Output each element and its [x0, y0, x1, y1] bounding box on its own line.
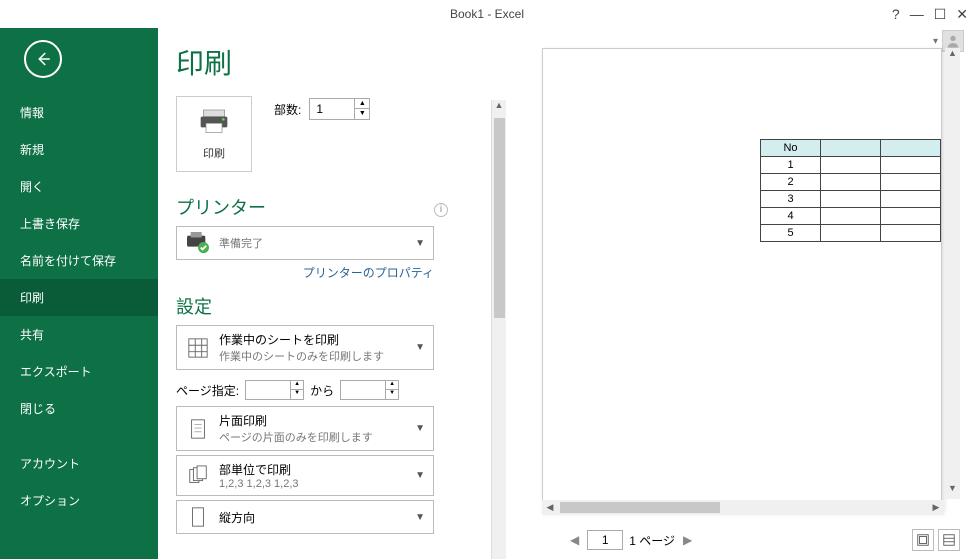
page-to-input[interactable]	[341, 381, 385, 399]
sidebar-item-account[interactable]: アカウント	[0, 445, 158, 482]
print-backstage-main: 印刷 印刷 部数:	[158, 28, 974, 559]
help-icon[interactable]: ?	[892, 6, 900, 22]
scroll-up-icon[interactable]: ▲	[492, 100, 506, 116]
sidebar-item-new[interactable]: 新規	[0, 131, 158, 168]
info-icon[interactable]: i	[434, 203, 448, 217]
chevron-down-icon: ▼	[415, 512, 425, 523]
page-range-to-label: から	[310, 382, 334, 399]
printer-icon	[198, 108, 230, 141]
table-row: 4	[761, 208, 941, 225]
scroll-right-icon[interactable]: ▶	[928, 500, 944, 515]
sidebar-item-export[interactable]: エクスポート	[0, 353, 158, 390]
sides-selector[interactable]: 片面印刷 ページの片面のみを印刷します ▼	[176, 406, 434, 451]
preview-table: No 1 2 3 4 5	[760, 139, 941, 242]
sidebar-item-saveas[interactable]: 名前を付けて保存	[0, 242, 158, 279]
backstage-sidebar: 情報 新規 開く 上書き保存 名前を付けて保存 印刷 共有 エクスポート 閉じる…	[0, 28, 158, 559]
page-range-label: ページ指定:	[176, 382, 239, 399]
prev-page-button[interactable]: ◀	[568, 531, 581, 549]
orientation-selector[interactable]: 縦方向 ▼	[176, 500, 434, 534]
printer-status: 準備完了	[219, 235, 263, 251]
scroll-up-icon[interactable]: ▲	[945, 48, 960, 64]
table-row: No	[761, 140, 941, 157]
copies-down-icon[interactable]: ▼	[355, 109, 369, 119]
print-button-label: 印刷	[203, 145, 225, 161]
sheet-icon	[185, 337, 211, 359]
print-preview-area: No 1 2 3 4 5 ▲ ▼ ◀ ▶ ◀	[524, 42, 974, 559]
sides-title: 片面印刷	[219, 412, 373, 429]
single-side-icon	[185, 418, 211, 440]
portrait-icon	[185, 506, 211, 528]
spin-down-icon[interactable]: ▼	[291, 390, 303, 399]
show-margins-button[interactable]	[912, 529, 934, 551]
spin-down-icon[interactable]: ▼	[386, 390, 398, 399]
sidebar-item-info[interactable]: 情報	[0, 94, 158, 131]
page-title: 印刷	[176, 42, 496, 82]
sidebar-item-open[interactable]: 開く	[0, 168, 158, 205]
title-bar: Book1 - Excel ? — ☐ ✕	[0, 0, 974, 28]
sidebar-item-share[interactable]: 共有	[0, 316, 158, 353]
copies-up-icon[interactable]: ▲	[355, 99, 369, 109]
chevron-down-icon: ▼	[415, 342, 425, 353]
printer-selector[interactable]: 準備完了 ▼	[176, 226, 434, 260]
settings-scrollbar[interactable]: ▲	[491, 100, 506, 559]
printer-properties-link[interactable]: プリンターのプロパティ	[176, 264, 434, 281]
collate-icon	[185, 465, 211, 487]
maximize-button[interactable]: ☐	[934, 6, 947, 23]
copies-spinner[interactable]: ▲ ▼	[309, 98, 370, 120]
total-pages-label: 1 ページ	[629, 532, 675, 549]
minimize-button[interactable]: —	[910, 6, 924, 22]
print-what-selector[interactable]: 作業中のシートを印刷 作業中のシートのみを印刷します ▼	[176, 325, 434, 370]
preview-horizontal-scrollbar[interactable]: ◀ ▶	[542, 500, 944, 515]
sidebar-item-print[interactable]: 印刷	[0, 279, 158, 316]
chevron-down-icon: ▼	[415, 423, 425, 434]
sidebar-item-options[interactable]: オプション	[0, 482, 158, 519]
preview-page: No 1 2 3 4 5	[542, 48, 942, 511]
table-row: 1	[761, 157, 941, 174]
printer-section-title: プリンター	[176, 194, 266, 220]
table-row: 3	[761, 191, 941, 208]
page-from-spinner[interactable]: ▲▼	[245, 380, 304, 400]
page-to-spinner[interactable]: ▲▼	[340, 380, 399, 400]
table-row: 5	[761, 225, 941, 242]
copies-label: 部数:	[274, 101, 301, 118]
spin-up-icon[interactable]: ▲	[386, 381, 398, 390]
printer-status-icon	[185, 232, 211, 254]
copies-input[interactable]	[310, 99, 354, 119]
scroll-thumb[interactable]	[494, 118, 505, 318]
spin-up-icon[interactable]: ▲	[291, 381, 303, 390]
print-what-sub: 作業中のシートのみを印刷します	[219, 348, 384, 364]
current-page-input[interactable]	[587, 530, 623, 550]
next-page-button[interactable]: ▶	[681, 531, 694, 549]
collate-selector[interactable]: 部単位で印刷 1,2,3 1,2,3 1,2,3 ▼	[176, 455, 434, 496]
sidebar-item-close[interactable]: 閉じる	[0, 390, 158, 427]
collate-sub: 1,2,3 1,2,3 1,2,3	[219, 478, 299, 490]
sides-sub: ページの片面のみを印刷します	[219, 429, 373, 445]
page-from-input[interactable]	[246, 381, 290, 399]
zoom-to-page-button[interactable]	[938, 529, 960, 551]
collate-title: 部単位で印刷	[219, 461, 299, 478]
scroll-thumb[interactable]	[560, 502, 720, 513]
window-title: Book1 - Excel	[450, 7, 524, 21]
settings-section-title: 設定	[176, 293, 496, 319]
chevron-down-icon: ▼	[415, 470, 425, 481]
preview-vertical-scrollbar[interactable]: ▲ ▼	[945, 48, 960, 499]
print-what-title: 作業中のシートを印刷	[219, 331, 384, 348]
chevron-down-icon: ▼	[415, 238, 425, 249]
sidebar-item-save[interactable]: 上書き保存	[0, 205, 158, 242]
scroll-down-icon[interactable]: ▼	[945, 483, 960, 499]
scroll-left-icon[interactable]: ◀	[542, 500, 558, 515]
close-button[interactable]: ✕	[956, 6, 968, 23]
print-button[interactable]: 印刷	[176, 96, 252, 172]
table-row: 2	[761, 174, 941, 191]
orientation-title: 縦方向	[219, 509, 255, 526]
back-button[interactable]	[24, 40, 62, 78]
